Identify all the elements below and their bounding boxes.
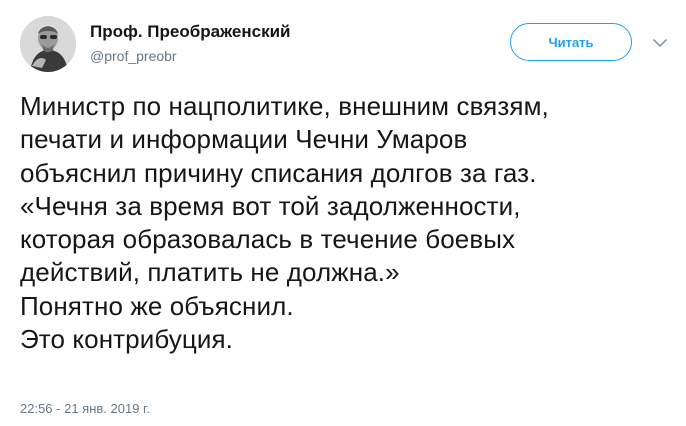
author-display-name[interactable]: Проф. Преображенский: [90, 22, 291, 42]
tweet-timestamp[interactable]: 22:56 - 21 янв. 2019 г.: [20, 401, 150, 416]
chevron-down-icon[interactable]: [652, 36, 668, 48]
tweet-text-line: объяснил причину списания долгов за газ.: [20, 157, 537, 188]
tweet-text-line: Это контрибуция.: [20, 324, 234, 355]
tweet-card: Проф. Преображенский @prof_preobr Читать…: [0, 0, 686, 426]
tweet-text-line: которая образовалась в течение боевых: [20, 224, 516, 255]
avatar-image: [20, 16, 76, 72]
tweet-text-line: «Чечня за время вот той задолженности,: [20, 190, 521, 221]
author-handle[interactable]: @prof_preobr: [90, 48, 177, 64]
tweet-text-line: действий, платить не должна.»: [20, 257, 400, 288]
tweet-text-line: Понятно же объяснил.: [20, 290, 294, 321]
tweet-text: Министр по нацполитике, внешним связям, …: [20, 90, 680, 356]
tweet-text-line: Министр по нацполитике, внешним связям,: [20, 91, 549, 121]
avatar[interactable]: [20, 16, 76, 72]
follow-button[interactable]: Читать: [510, 23, 632, 61]
tweet-text-line: печати и информации Чечни Умаров: [20, 124, 468, 155]
